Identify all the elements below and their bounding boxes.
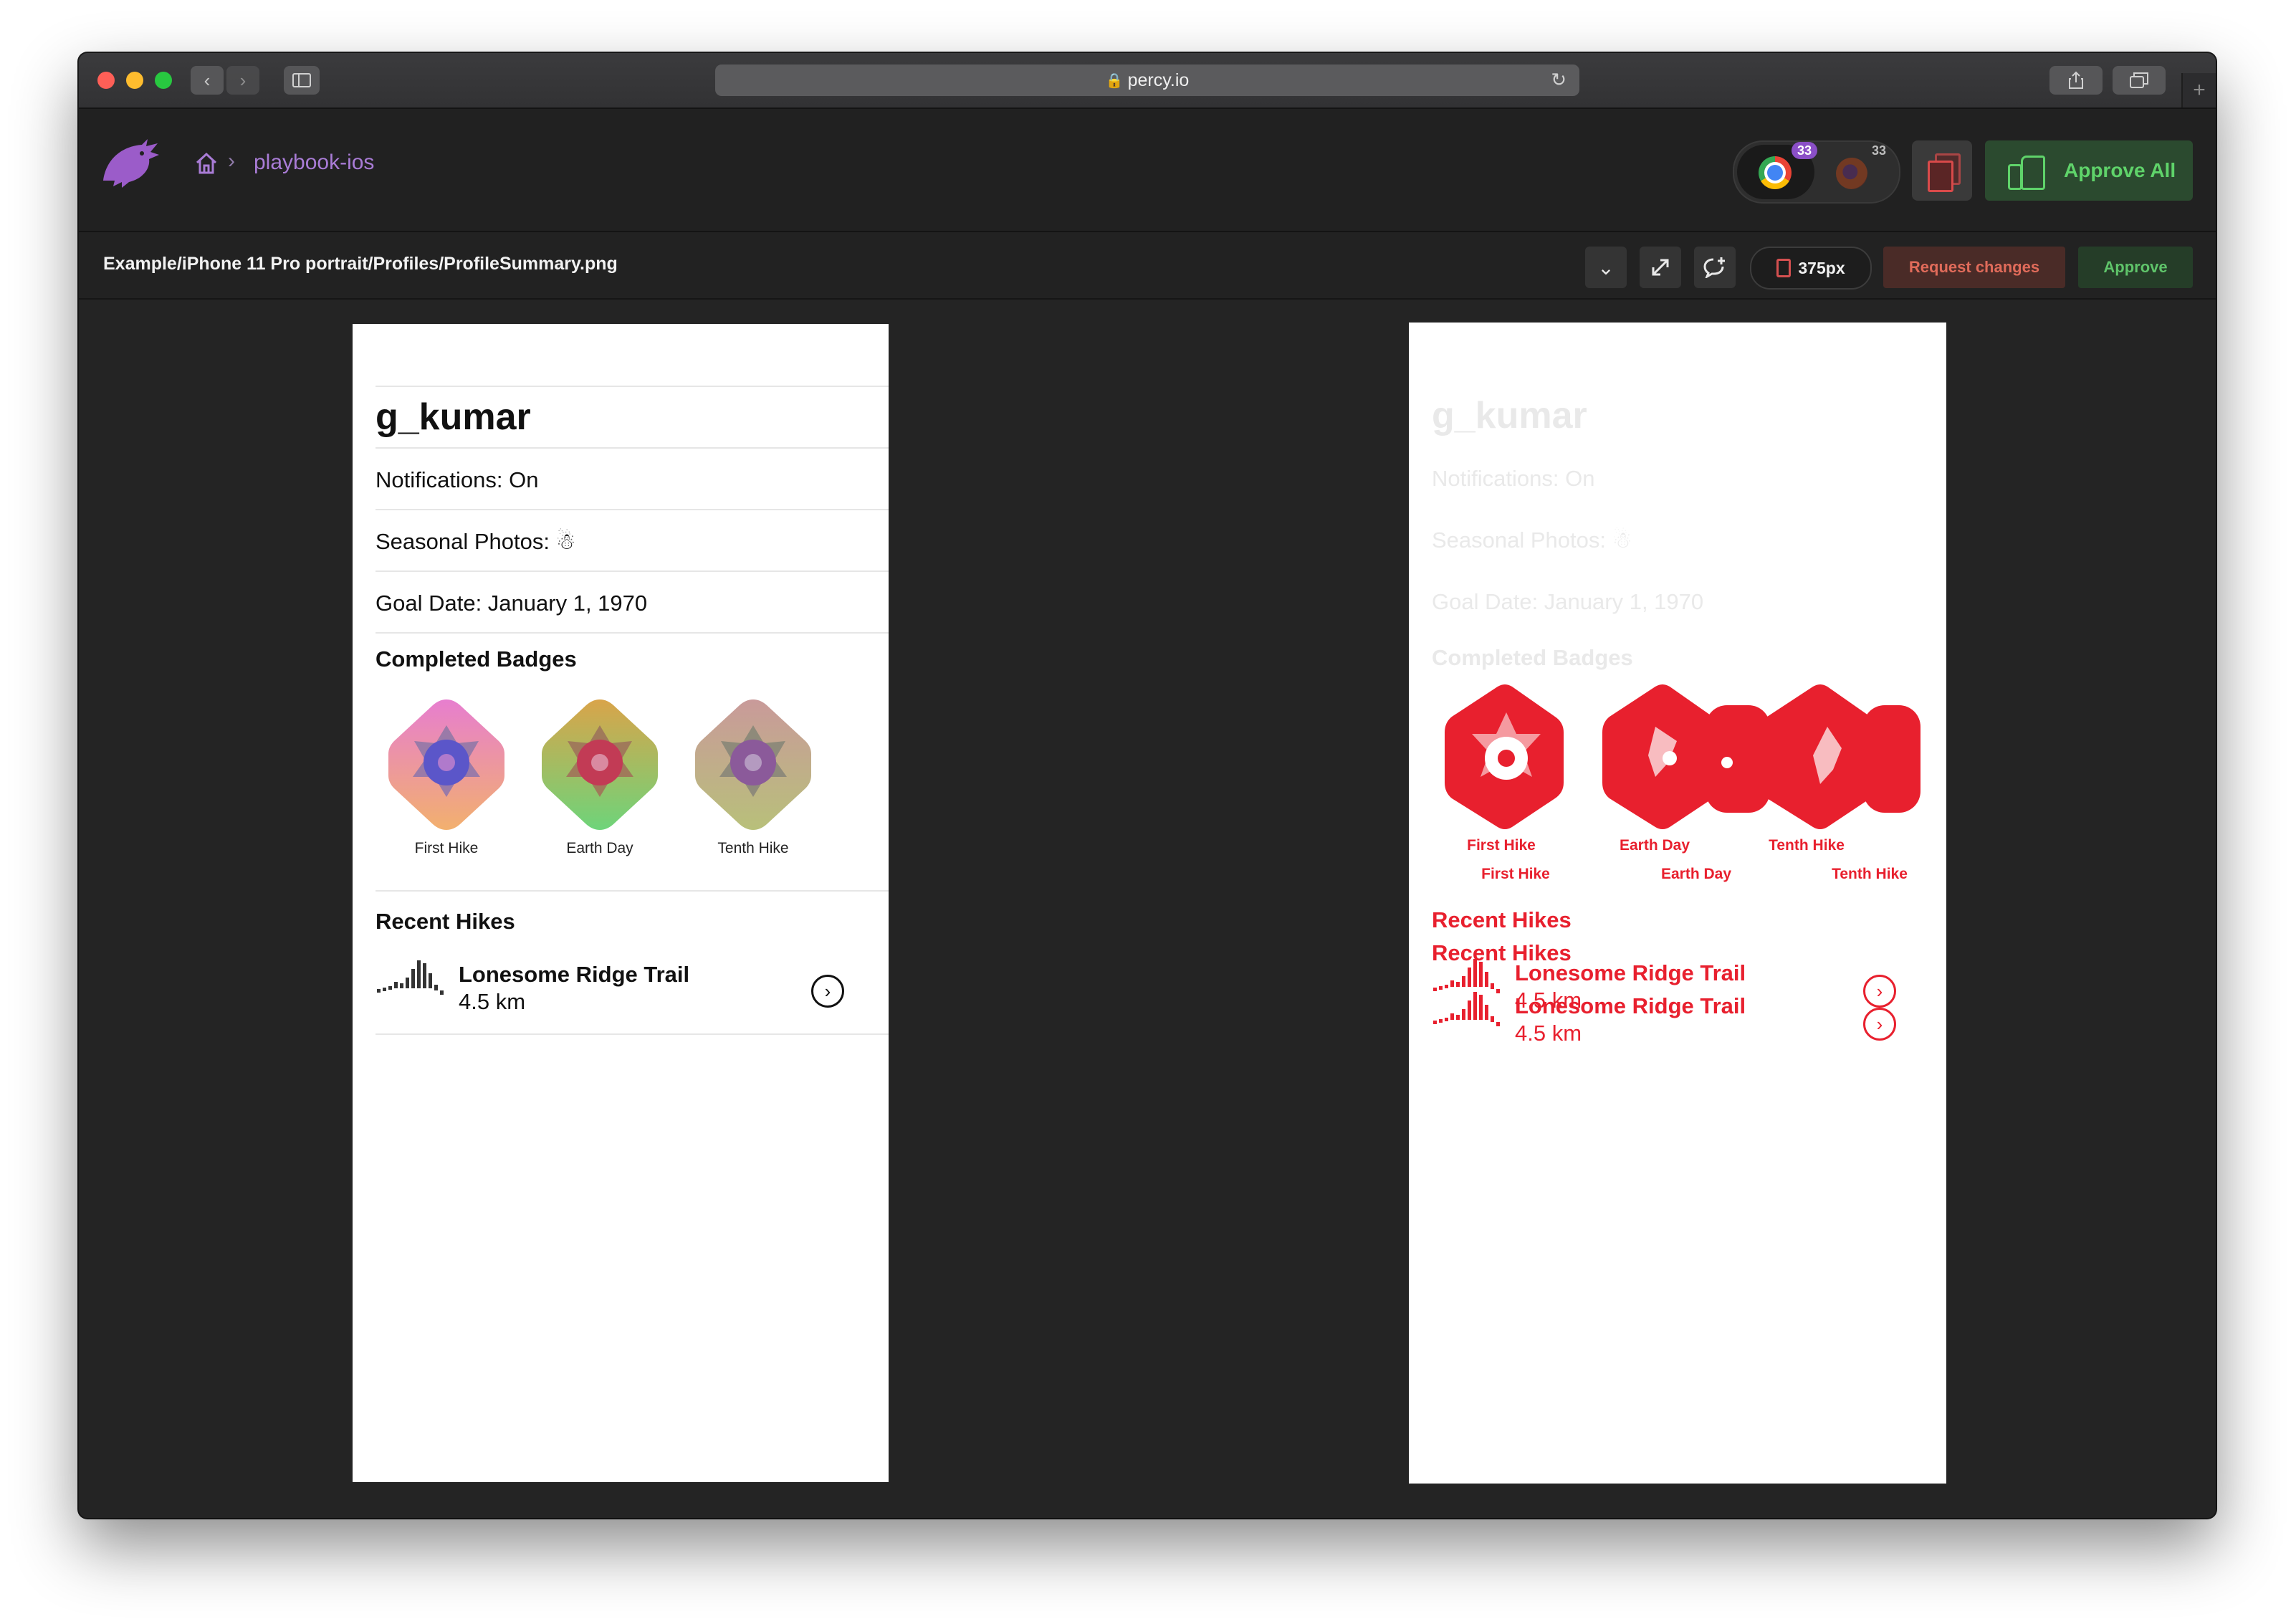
approve-all-label: Approve All <box>2064 159 2176 181</box>
approve-button[interactable]: Approve <box>2078 247 2193 288</box>
completed-badges-heading: Completed Badges <box>376 646 577 672</box>
comment-add-icon <box>1703 257 1725 278</box>
badge-label: Earth Day <box>1660 866 1732 882</box>
profile-username: g_kumar <box>376 396 531 438</box>
seasonal-photos-row: Seasonal Photos: ☃ <box>1432 527 1632 553</box>
seasonal-photos-label: Seasonal Photos: <box>1432 527 1607 553</box>
badge-label: Earth Day <box>1619 837 1690 854</box>
divider <box>376 632 889 634</box>
diff-snapshot[interactable]: g_kumar Notifications: On Seasonal Photo… <box>1409 323 1946 1484</box>
zoom-window-button[interactable] <box>155 72 172 89</box>
chrome-count-badge: 33 <box>1792 142 1818 159</box>
new-tab-button[interactable]: + <box>2181 73 2216 108</box>
chevron-left-icon: ‹ <box>204 69 211 91</box>
diff-badges-highlight <box>1445 684 1920 829</box>
comment-button[interactable] <box>1694 247 1736 288</box>
snapshot-name: Example/iPhone 11 Pro portrait/Profiles/… <box>103 254 618 274</box>
close-window-button[interactable] <box>97 72 115 89</box>
earth-day-badge-icon <box>542 699 658 830</box>
chevron-down-icon: ⌄ <box>1597 256 1615 279</box>
divider <box>376 570 889 572</box>
badge-label: First Hike <box>1467 837 1536 854</box>
firefox-icon[interactable] <box>1836 158 1867 189</box>
hike-name: Lonesome Ridge Trail <box>1515 993 1746 1018</box>
sidebar-toggle-button[interactable] <box>284 66 320 95</box>
snowman-icon: ☃ <box>1612 527 1632 553</box>
tabs-overview-button[interactable] <box>2113 66 2166 95</box>
badge-label: Tenth Hike <box>717 840 789 856</box>
chevron-right-icon: › <box>228 149 235 173</box>
baseline-snapshot[interactable]: g_kumar Notifications: On Seasonal Photo… <box>353 324 889 1482</box>
share-button[interactable] <box>2049 66 2103 95</box>
browser-toolbar: ‹ › 🔒 percy.io ↻ + <box>79 53 2216 109</box>
divider <box>376 509 889 510</box>
url-text: percy.io <box>1127 70 1190 90</box>
comparison-canvas: g_kumar Notifications: On Seasonal Photo… <box>79 300 2216 1518</box>
divider <box>376 386 889 387</box>
recent-hikes-heading: Recent Hikes <box>1432 907 1572 932</box>
hike-distance: 4.5 km <box>1515 1021 1582 1046</box>
reload-icon[interactable]: ↻ <box>1551 69 1566 91</box>
hike-detail-chevron-icon[interactable]: › <box>1863 975 1896 1008</box>
expand-icon <box>1652 259 1669 276</box>
snowman-icon: ☃ <box>555 529 576 554</box>
completed-badges-heading: Completed Badges <box>1432 645 1633 670</box>
divider <box>376 1033 889 1035</box>
lock-icon: 🔒 <box>1105 72 1124 89</box>
tenth-hike-badge-icon <box>695 699 811 830</box>
badge-label: First Hike <box>414 840 479 856</box>
browser-switcher: 33 33 <box>1733 140 1900 204</box>
hike-name: Lonesome Ridge Trail <box>1515 960 1746 985</box>
approve-all-button[interactable]: Approve All <box>1985 140 2193 201</box>
divider <box>376 890 889 892</box>
notifications-row: Notifications: On <box>1432 466 1595 491</box>
recent-hikes-heading: Recent Hikes <box>376 909 515 934</box>
sidebar-icon <box>292 73 311 87</box>
badge-label: Tenth Hike <box>1769 837 1845 854</box>
badge-label: Tenth Hike <box>1832 866 1908 882</box>
width-label: 375px <box>1798 258 1845 277</box>
diff-icon-front <box>1928 161 1953 192</box>
firefox-count-badge: 33 <box>1872 143 1887 158</box>
elevation-chart-icon <box>377 960 444 995</box>
share-icon <box>2069 71 2083 89</box>
hike-detail-chevron-icon[interactable]: › <box>1863 1008 1896 1041</box>
percy-header: › playbook-ios 33 33 Approve All <box>79 109 2216 232</box>
seasonal-photos-label: Seasonal Photos: <box>376 529 550 554</box>
tabs-icon <box>2130 72 2148 88</box>
chrome-icon[interactable] <box>1759 156 1792 189</box>
toggle-diff-button[interactable] <box>1912 140 1972 201</box>
plus-icon: + <box>2193 78 2206 102</box>
snapshot-toolbar: Example/iPhone 11 Pro portrait/Profiles/… <box>79 232 2216 300</box>
forward-button[interactable]: › <box>226 66 259 95</box>
goal-date-row: Goal Date: January 1, 1970 <box>1432 589 1704 614</box>
back-button[interactable]: ‹ <box>191 66 224 95</box>
collapse-button[interactable]: ⌄ <box>1585 247 1627 288</box>
device-icon <box>1776 259 1792 277</box>
percy-logo[interactable] <box>100 138 161 189</box>
hike-name: Lonesome Ridge Trail <box>459 962 690 987</box>
seasonal-photos-row: Seasonal Photos: ☃ <box>376 529 575 555</box>
request-changes-button[interactable]: Request changes <box>1883 247 2065 288</box>
hike-detail-chevron-icon[interactable]: › <box>811 975 844 1008</box>
divider <box>376 447 889 449</box>
breadcrumb-project[interactable]: playbook-ios <box>254 151 374 175</box>
first-hike-badge-icon <box>388 699 504 830</box>
hike-distance: 4.5 km <box>459 989 526 1014</box>
thumbs-up-icon <box>2008 153 2045 190</box>
browser-window: ‹ › 🔒 percy.io ↻ + › playbook-ios 33 33 … <box>79 53 2216 1518</box>
chevron-right-icon: › <box>239 69 247 91</box>
profile-username: g_kumar <box>1432 395 1587 436</box>
fullscreen-button[interactable] <box>1640 247 1681 288</box>
goal-date-row: Goal Date: January 1, 1970 <box>376 591 648 616</box>
badge-label: Earth Day <box>566 840 633 856</box>
width-selector[interactable]: 375px <box>1750 247 1872 290</box>
elevation-chart-icon <box>1433 959 1500 1026</box>
home-icon[interactable] <box>193 151 219 176</box>
address-bar[interactable]: 🔒 percy.io ↻ <box>715 65 1579 96</box>
badge-label: First Hike <box>1481 866 1550 882</box>
notifications-row: Notifications: On <box>376 467 539 492</box>
minimize-window-button[interactable] <box>126 72 143 89</box>
